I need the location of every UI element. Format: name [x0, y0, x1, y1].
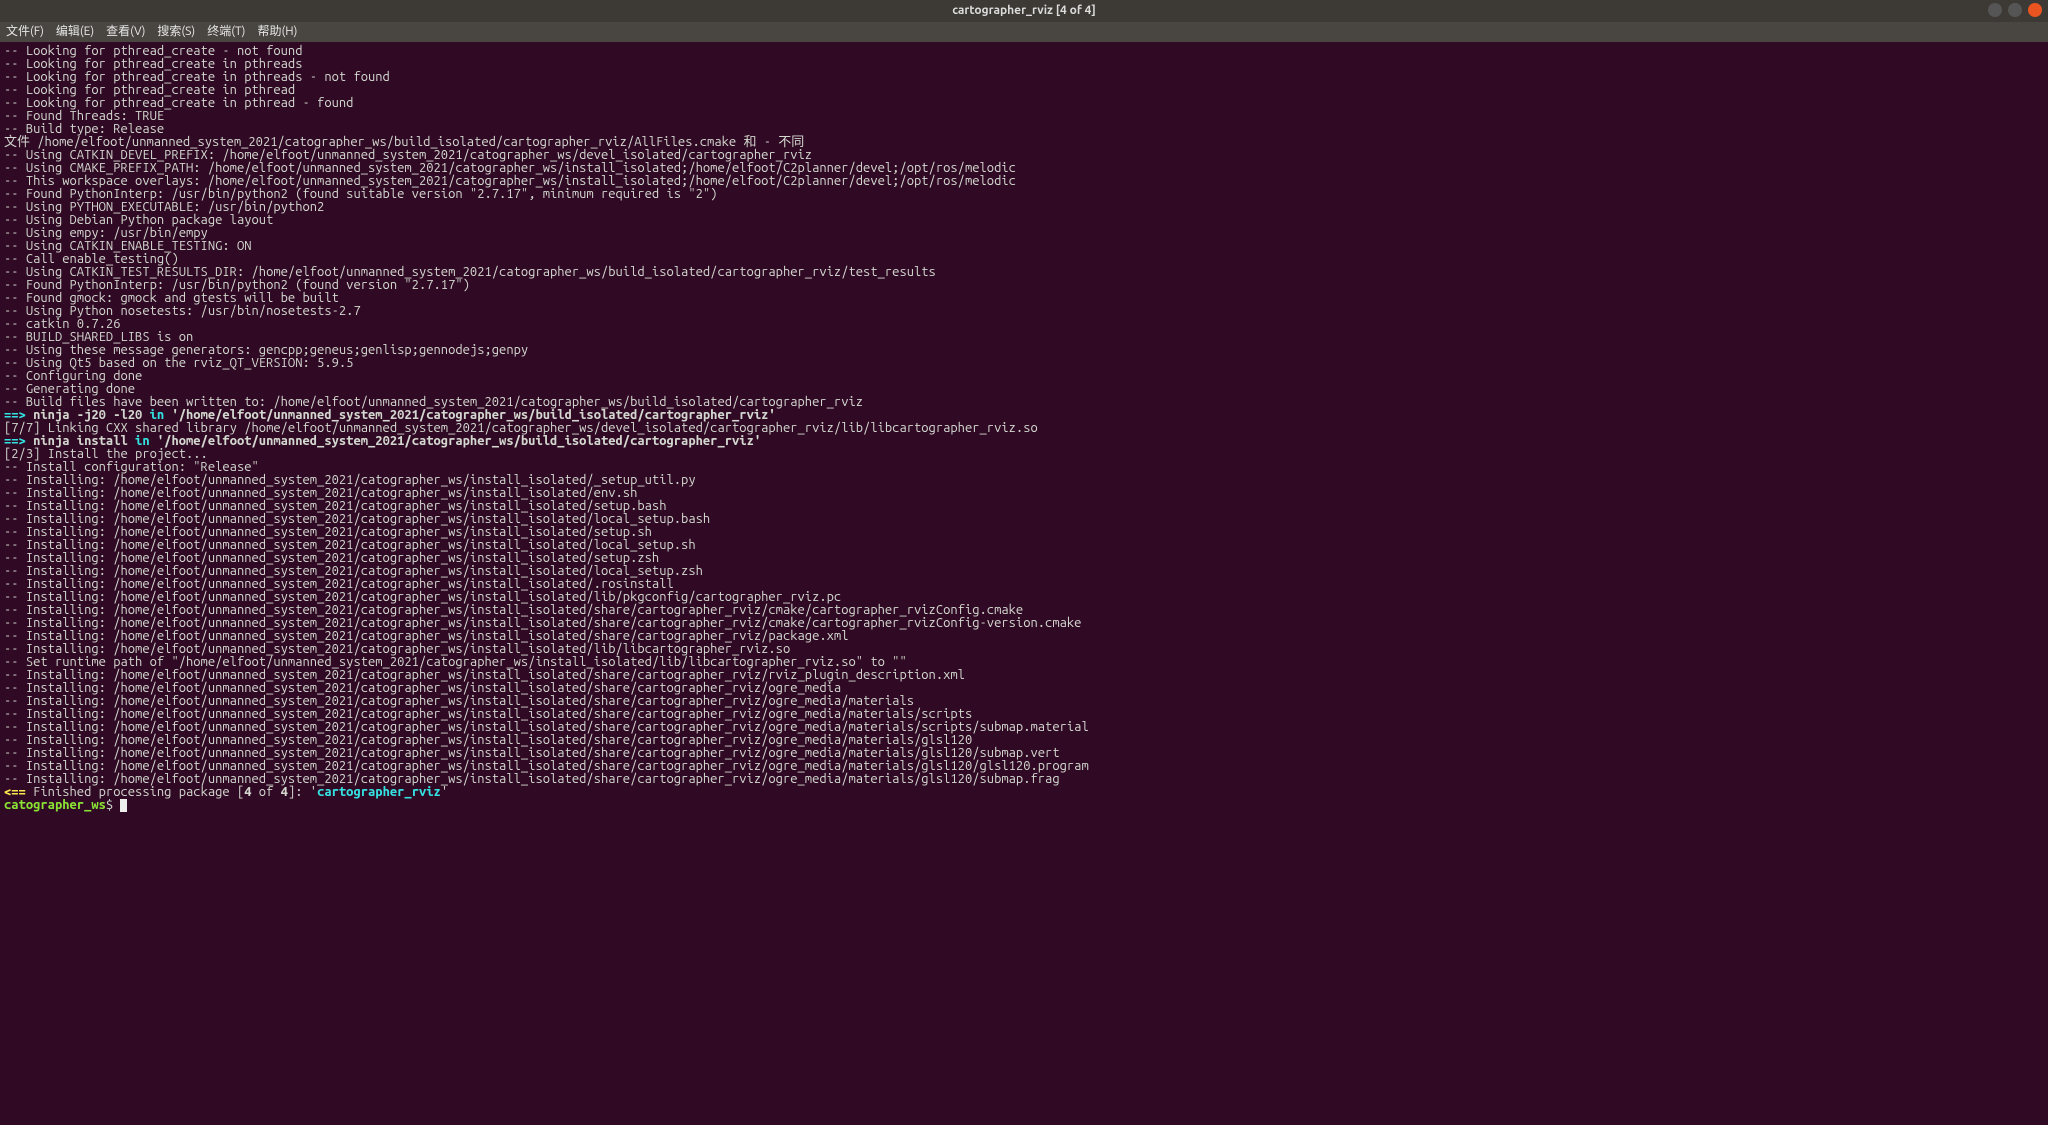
menu-search[interactable]: 搜索(S) — [157, 26, 195, 38]
window-titlebar: cartographer_rviz [4 of 4] — [0, 0, 2048, 22]
maximize-icon[interactable] — [2008, 3, 2022, 17]
close-icon[interactable] — [2028, 3, 2042, 17]
menu-view[interactable]: 查看(V) — [106, 26, 145, 38]
menu-help[interactable]: 帮助(H) — [257, 26, 297, 38]
terminal-cursor — [120, 799, 127, 812]
menu-file[interactable]: 文件(F) — [6, 26, 44, 38]
window-title: cartographer_rviz [4 of 4] — [952, 5, 1096, 17]
terminal-output[interactable]: -- Looking for pthread_create - not foun… — [0, 42, 2048, 1125]
menu-edit[interactable]: 编辑(E) — [56, 26, 94, 38]
menu-terminal[interactable]: 终端(T) — [207, 26, 245, 38]
minimize-icon[interactable] — [1988, 3, 2002, 17]
menu-bar: 文件(F) 编辑(E) 查看(V) 搜索(S) 终端(T) 帮助(H) — [0, 22, 2048, 42]
window-controls — [1988, 3, 2042, 17]
